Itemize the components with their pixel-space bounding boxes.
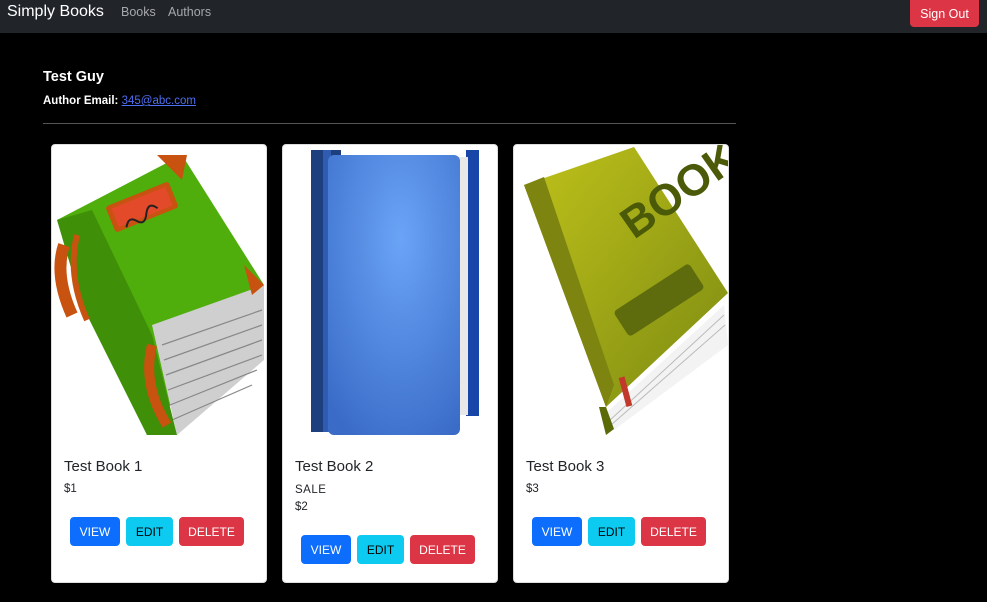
green-book-icon <box>54 155 264 435</box>
delete-button[interactable]: DELETE <box>410 535 475 564</box>
delete-button[interactable]: DELETE <box>179 517 244 546</box>
navbar: Simply Books Books Authors Sign Out <box>0 0 987 33</box>
book-price: $3 <box>526 483 539 495</box>
book-card: Test Book 2 SALE $2 VIEW EDIT DELETE <box>282 144 498 583</box>
edit-button[interactable]: EDIT <box>357 535 404 564</box>
book-card: Test Book 1 $1 VIEW EDIT DELETE <box>51 144 267 583</box>
edit-button[interactable]: EDIT <box>126 517 173 546</box>
book-card: BOOK Test Book 3 $3 VIEW EDIT DELETE <box>513 144 729 583</box>
book-price: $1 <box>64 483 77 495</box>
olive-book-icon: BOOK <box>524 145 728 435</box>
view-button[interactable]: VIEW <box>301 535 351 564</box>
book-title: Test Book 3 <box>526 458 605 475</box>
author-email-row: Author Email: 345@abc.com <box>43 95 196 107</box>
author-email-label: Author Email: <box>43 95 119 107</box>
brand-link[interactable]: Simply Books <box>7 3 104 21</box>
book-title: Test Book 2 <box>295 458 374 475</box>
view-button[interactable]: VIEW <box>70 517 120 546</box>
book-title: Test Book 1 <box>64 458 143 475</box>
sale-label: SALE <box>295 484 327 496</box>
delete-button[interactable]: DELETE <box>641 517 706 546</box>
book-price: $2 <box>295 501 308 513</box>
author-email-link[interactable]: 345@abc.com <box>122 95 196 107</box>
sign-out-button[interactable]: Sign Out <box>910 0 979 27</box>
author-name: Test Guy <box>43 69 104 85</box>
nav-link-authors[interactable]: Authors <box>168 5 211 19</box>
nav-link-books[interactable]: Books <box>121 5 156 19</box>
edit-button[interactable]: EDIT <box>588 517 635 546</box>
divider <box>43 123 736 124</box>
view-button[interactable]: VIEW <box>532 517 582 546</box>
blue-book-icon <box>311 150 479 435</box>
